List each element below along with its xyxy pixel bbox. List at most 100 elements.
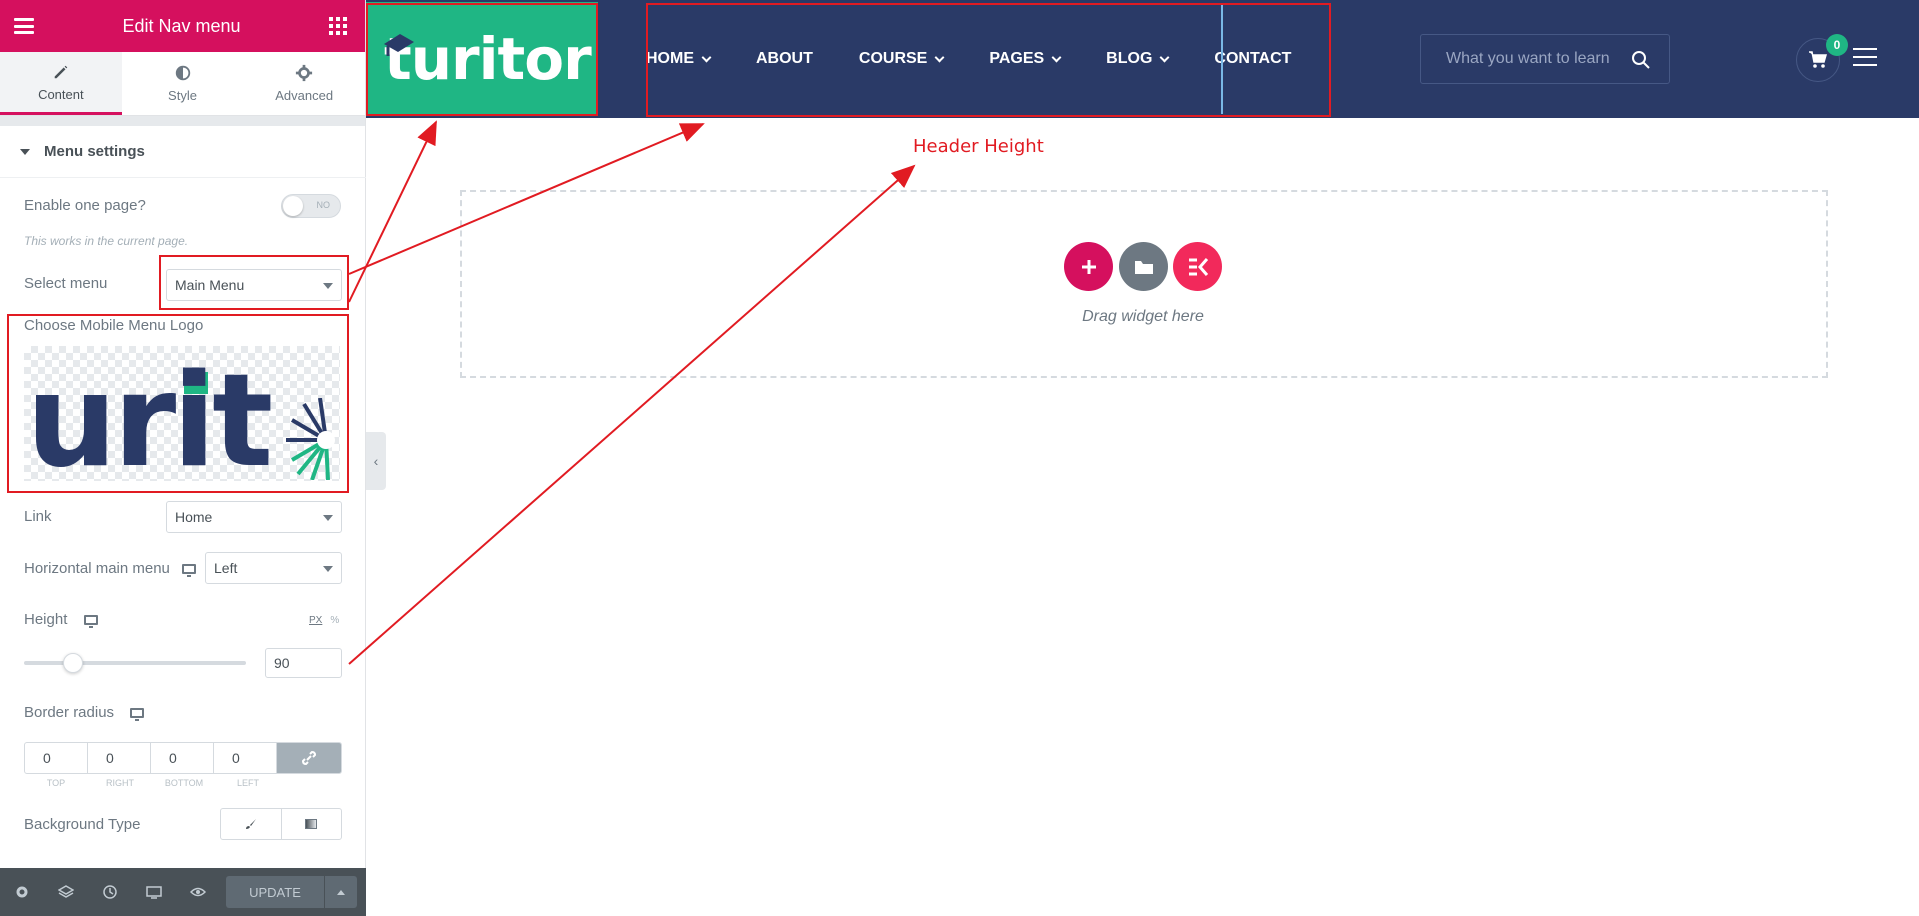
pencil-icon (54, 65, 68, 78)
height-slider-track[interactable] (24, 661, 246, 665)
collapse-panel-button[interactable]: ‹ (366, 432, 386, 490)
mobile-logo-label: Choose Mobile Menu Logo (24, 317, 204, 334)
border-radius-sublabels: TOP RIGHT BOTTOM LEFT (24, 778, 280, 788)
toggle-knob (283, 196, 303, 216)
background-type-label: Background Type (24, 816, 141, 833)
plus-icon (1081, 259, 1096, 274)
enable-one-page-toggle[interactable]: NO (281, 194, 341, 218)
link-label: Link (24, 508, 52, 525)
radius-top-label: TOP (46, 778, 66, 788)
elementskit-icon (1188, 257, 1208, 276)
panel-divider (0, 116, 365, 126)
height-slider-handle[interactable] (63, 653, 83, 673)
section-menu-settings[interactable]: Menu settings (0, 126, 366, 178)
horizontal-menu-label-text: Horizontal main menu (24, 560, 170, 577)
nav-item-course[interactable]: COURSE (858, 50, 945, 68)
search-placeholder: What you want to learn (1446, 50, 1610, 67)
editor-panel: Edit Nav menu Content Style Advanced Men… (0, 0, 366, 916)
tab-content[interactable]: Content (0, 52, 122, 115)
radius-top-input[interactable]: 0 (25, 743, 88, 773)
link-dropdown[interactable]: Home (166, 501, 342, 533)
cart-icon (1809, 51, 1827, 68)
unit-px[interactable]: PX (309, 615, 322, 626)
desktop-device-icon[interactable] (130, 708, 145, 722)
update-options-button[interactable] (325, 876, 357, 908)
background-type-choices (220, 808, 342, 840)
add-section-button[interactable] (1064, 242, 1113, 291)
height-input[interactable]: 90 (265, 648, 342, 678)
border-radius-label-text: Border radius (24, 704, 115, 721)
site-header: turitor HOME ABOUT COURSE PAGES BLOG CON… (366, 0, 1919, 118)
tab-content-label: Content (38, 86, 84, 102)
nav-label: BLOG (1106, 50, 1153, 67)
search-input[interactable]: What you want to learn (1420, 34, 1670, 84)
toggle-text: NO (316, 200, 331, 210)
caret-down-icon (20, 148, 30, 155)
nav-item-about[interactable]: ABOUT (756, 50, 813, 68)
panel-header: Edit Nav menu (0, 0, 365, 52)
nav-label: COURSE (858, 50, 928, 67)
tab-style[interactable]: Style (122, 52, 244, 115)
folder-icon (1134, 260, 1153, 274)
nav-label: CONTACT (1214, 50, 1292, 67)
widgets-grid-icon[interactable] (329, 17, 347, 35)
tab-advanced[interactable]: Advanced (243, 52, 365, 115)
drag-widget-hint: Drag widget here (1082, 308, 1204, 325)
chevron-down-icon (1159, 52, 1170, 62)
preview-icon[interactable] (190, 884, 206, 900)
height-units: PX% (309, 615, 339, 626)
radius-right-label: RIGHT (106, 778, 134, 788)
header-height-annotation: Header Height (913, 136, 1044, 157)
brush-icon[interactable] (221, 809, 282, 839)
chevron-down-icon (934, 52, 945, 62)
radius-bottom-input[interactable]: 0 (151, 743, 214, 773)
elementskit-button[interactable] (1173, 242, 1222, 291)
nav-item-contact[interactable]: CONTACT (1214, 50, 1291, 68)
settings-icon[interactable] (14, 884, 30, 900)
nav-item-blog[interactable]: BLOG (1106, 50, 1170, 68)
chevron-down-icon (701, 52, 712, 62)
link-value: Home (175, 509, 213, 525)
enable-one-page-label: Enable one page? (24, 197, 146, 214)
nav-item-home[interactable]: HOME (646, 50, 712, 68)
add-template-button[interactable] (1119, 242, 1168, 291)
link-values-icon[interactable] (277, 743, 341, 773)
panel-tabs: Content Style Advanced (0, 52, 365, 116)
gear-icon (296, 64, 313, 82)
logo-sunburst-icon (286, 398, 335, 480)
select-menu-label: Select menu (24, 275, 108, 292)
radius-right-input[interactable]: 0 (88, 743, 151, 773)
layers-icon[interactable] (58, 884, 74, 900)
horizontal-menu-dropdown[interactable]: Left (205, 552, 342, 584)
gradient-icon[interactable] (282, 809, 342, 839)
responsive-icon[interactable] (146, 884, 162, 900)
tab-advanced-label: Advanced (275, 88, 334, 103)
radius-bottom-label: BOTTOM (164, 778, 204, 788)
panel-body: Menu settings Enable one page? NO This w… (0, 126, 366, 860)
radius-left-input[interactable]: 0 (214, 743, 277, 773)
enable-one-page-hint: This works in the current page. (24, 234, 189, 248)
site-logo[interactable]: turitor (366, 2, 598, 116)
nav-item-pages[interactable]: PAGES (989, 50, 1062, 68)
horizontal-menu-label: Horizontal main menu (24, 560, 197, 578)
nav-label: PAGES (989, 50, 1045, 67)
history-icon[interactable] (102, 884, 118, 900)
section-title: Menu settings (44, 143, 145, 160)
border-radius-inputs: 0 0 0 0 (24, 742, 342, 774)
cart-count-badge: 0 (1826, 34, 1848, 56)
mobile-logo-text: urit (26, 347, 273, 482)
dropdown-arrow-icon (323, 283, 333, 289)
unit-percent[interactable]: % (330, 615, 339, 626)
height-label: Height (24, 611, 98, 629)
update-button[interactable]: UPDATE (226, 876, 324, 908)
desktop-device-icon[interactable] (182, 564, 197, 578)
hamburger-menu-icon[interactable] (14, 18, 34, 34)
caret-up-icon (337, 889, 345, 895)
search-icon[interactable] (1631, 50, 1651, 70)
mobile-logo-preview[interactable]: urit (24, 346, 340, 481)
desktop-device-icon[interactable] (83, 615, 98, 629)
chevron-down-icon (1051, 52, 1062, 62)
select-menu-dropdown[interactable]: Main Menu (166, 269, 342, 301)
radius-left-label: LEFT (236, 778, 259, 788)
offcanvas-menu-icon[interactable] (1853, 48, 1877, 66)
